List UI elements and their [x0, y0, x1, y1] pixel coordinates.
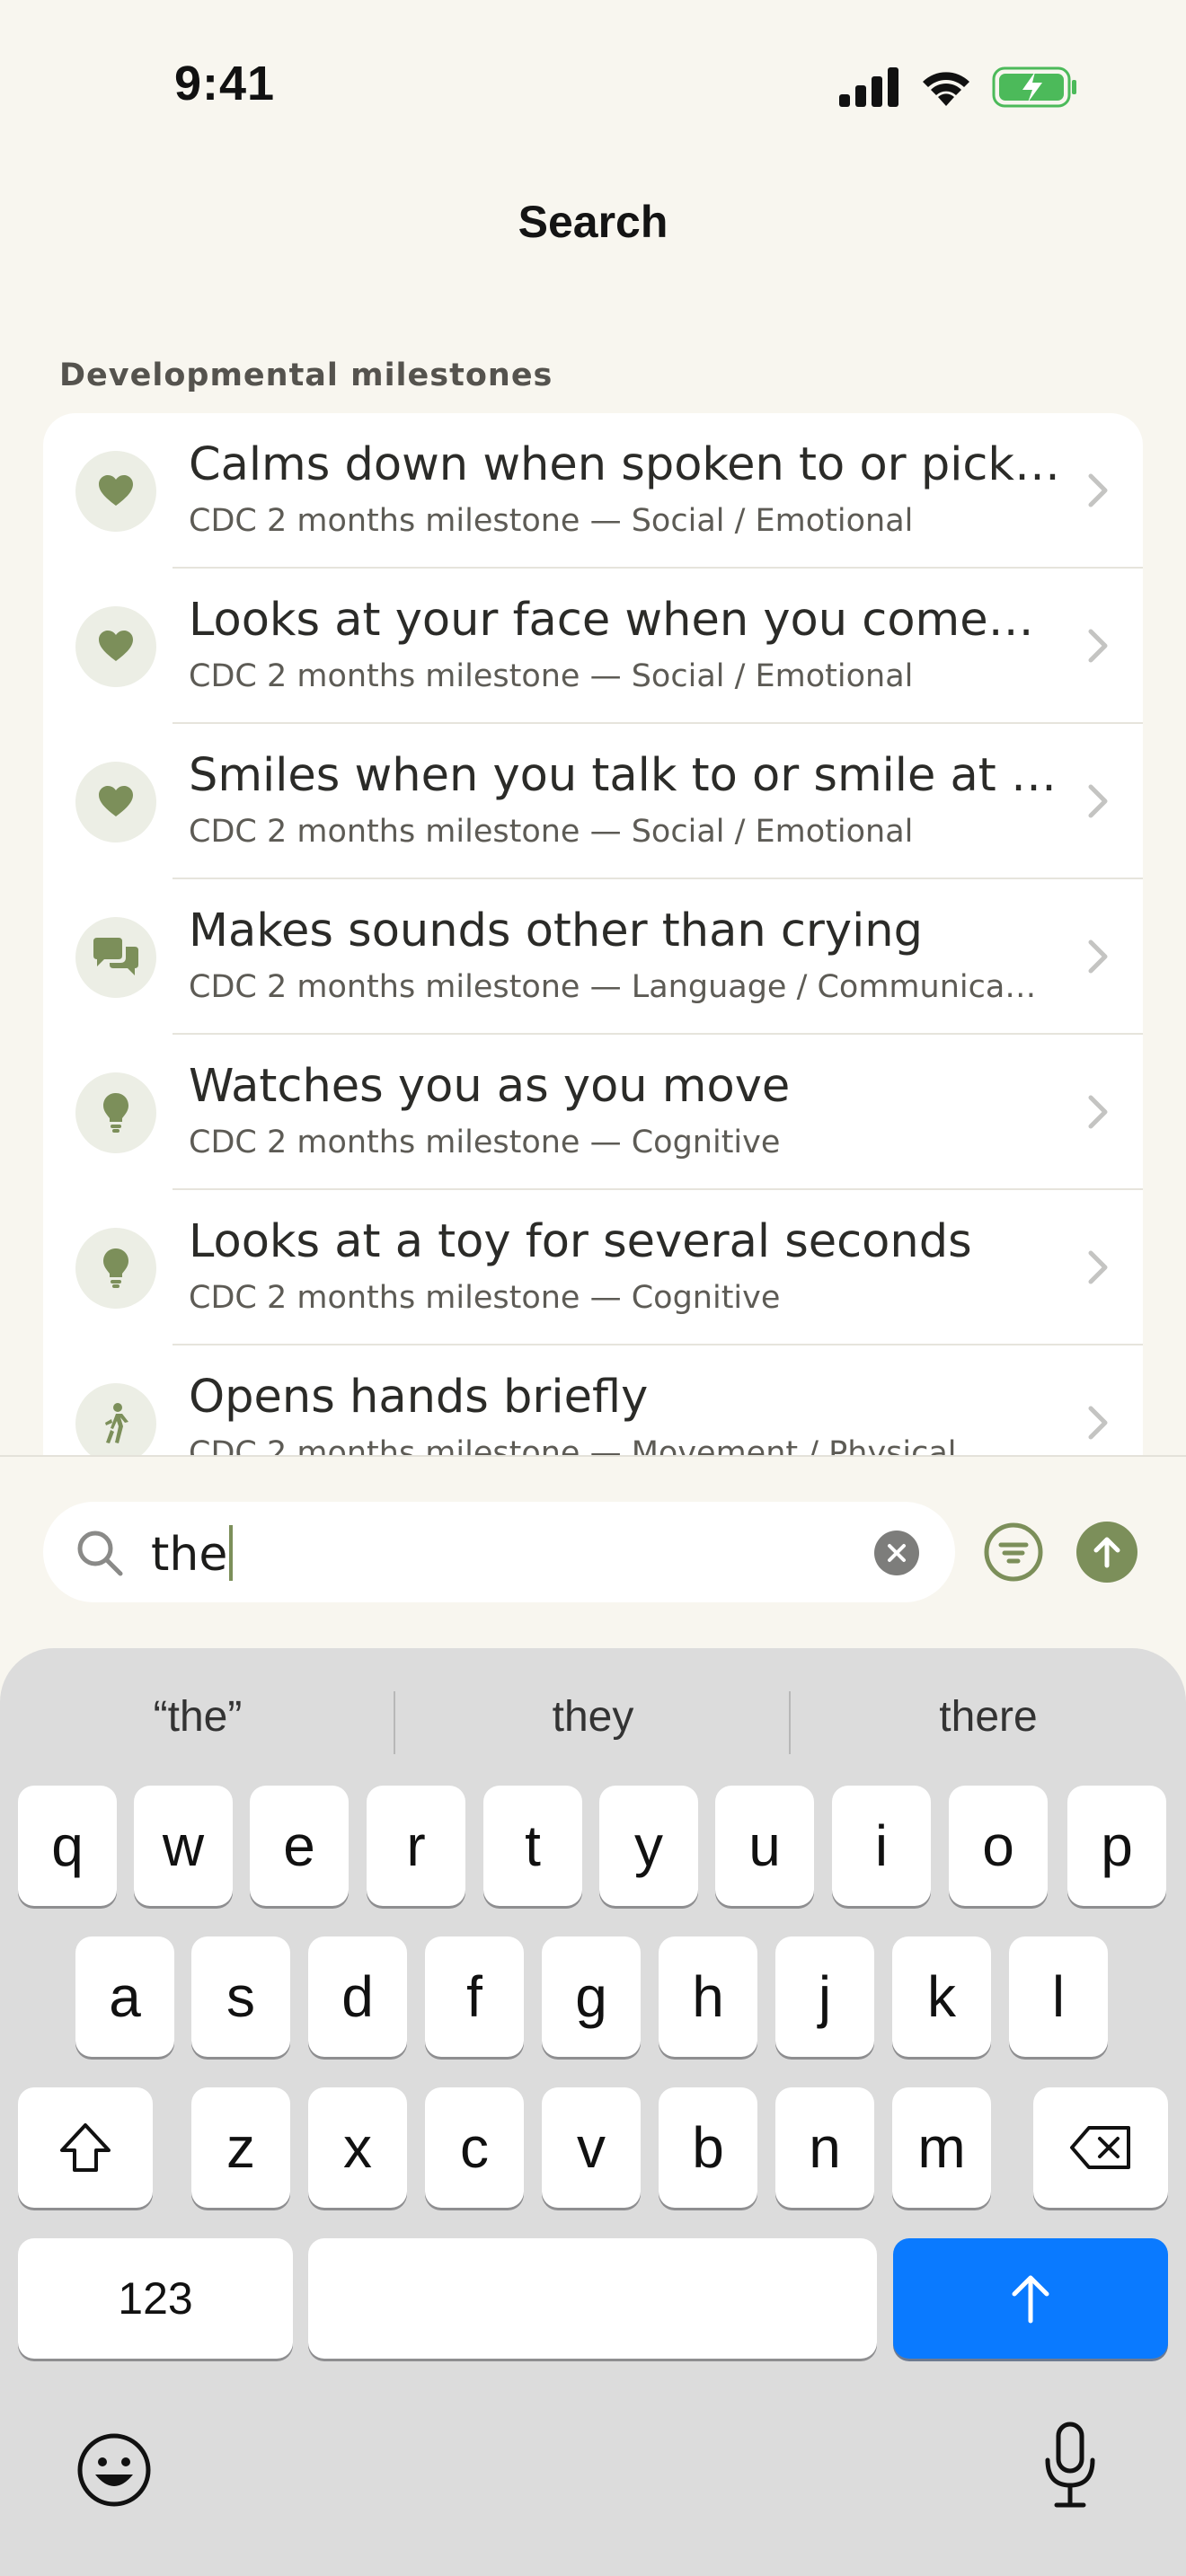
list-item-title: Smiles when you talk to or smile at t… — [189, 749, 1069, 802]
list-item[interactable]: Calms down when spoken to or pick… CDC 2… — [43, 413, 1143, 569]
key-s[interactable]: s — [191, 1936, 290, 2057]
chevron-right-icon — [1088, 1406, 1108, 1440]
key-x[interactable]: x — [308, 2087, 407, 2208]
list-item-title: Calms down when spoken to or pick… — [189, 438, 1060, 491]
submit-search-button[interactable] — [1076, 1522, 1137, 1583]
list-item[interactable]: Watches you as you move CDC 2 months mil… — [43, 1035, 1143, 1190]
key-f[interactable]: f — [425, 1936, 524, 2057]
status-bar: 9:41 — [0, 0, 1186, 171]
battery-charging-icon — [992, 66, 1076, 108]
list-item-title: Looks at your face when you come… — [189, 594, 1034, 647]
key-l[interactable]: l — [1009, 1936, 1108, 2057]
arrow-up-icon — [1093, 1537, 1120, 1568]
space-key[interactable] — [308, 2238, 877, 2359]
key-j[interactable]: j — [775, 1936, 874, 2057]
close-icon — [888, 1544, 906, 1562]
text-caret — [229, 1525, 234, 1581]
search-input[interactable]: the — [151, 1525, 234, 1582]
status-icons — [839, 65, 1078, 110]
clear-search-button[interactable] — [874, 1531, 919, 1575]
key-h[interactable]: h — [659, 1936, 757, 2057]
list-item[interactable]: Smiles when you talk to or smile at t… C… — [43, 724, 1143, 879]
lightbulb-icon — [75, 1072, 156, 1153]
suggestion-bar: “the” they there — [0, 1673, 1186, 1760]
list-item-title: Watches you as you move — [189, 1060, 791, 1113]
emoji-button[interactable] — [74, 2430, 155, 2510]
list-item-title: Makes sounds other than crying — [189, 904, 923, 957]
key-u[interactable]: u — [715, 1786, 814, 1906]
key-e[interactable]: e — [250, 1786, 349, 1906]
key-t[interactable]: t — [483, 1786, 582, 1906]
section-header: Developmental milestones — [59, 357, 553, 393]
list-item-subtitle: CDC 2 months milestone — Social / Emotio… — [189, 503, 914, 539]
key-m[interactable]: m — [892, 2087, 991, 2208]
search-input-value: the — [151, 1528, 228, 1582]
key-q[interactable]: q — [18, 1786, 117, 1906]
suggestion-item[interactable]: there — [791, 1673, 1186, 1760]
chevron-right-icon — [1088, 784, 1108, 818]
chat-bubbles-icon — [75, 917, 156, 998]
chevron-right-icon — [1088, 473, 1108, 507]
delete-key[interactable] — [1033, 2087, 1168, 2208]
search-bar-area: the — [0, 1455, 1186, 1648]
lightbulb-icon — [75, 1228, 156, 1309]
list-item[interactable]: Opens hands briefly CDC 2 months milesto… — [43, 1345, 1143, 1455]
walking-person-icon — [75, 1383, 156, 1455]
search-icon — [77, 1531, 123, 1576]
key-g[interactable]: g — [542, 1936, 641, 2057]
list-item[interactable]: Makes sounds other than crying CDC 2 mon… — [43, 879, 1143, 1035]
list-item-subtitle: CDC 2 months milestone — Social / Emotio… — [189, 814, 914, 850]
key-z[interactable]: z — [191, 2087, 290, 2208]
return-key[interactable] — [893, 2238, 1168, 2359]
list-item[interactable]: Looks at your face when you come… CDC 2 … — [43, 569, 1143, 724]
page-title: Search — [518, 197, 668, 247]
list-item-title: Looks at a toy for several seconds — [189, 1215, 972, 1268]
list-item-subtitle: CDC 2 months milestone — Social / Emotio… — [189, 658, 914, 694]
key-d[interactable]: d — [308, 1936, 407, 2057]
list-item-subtitle: CDC 2 months milestone — Language / Comm… — [189, 969, 1037, 1005]
microphone-button[interactable] — [1040, 2421, 1100, 2510]
list-item-title: Opens hands briefly — [189, 1371, 649, 1424]
key-v[interactable]: v — [542, 2087, 641, 2208]
filter-button[interactable] — [983, 1522, 1044, 1583]
results-list: Calms down when spoken to or pick… CDC 2… — [43, 413, 1143, 1455]
key-p[interactable]: p — [1067, 1786, 1166, 1906]
heart-icon — [75, 451, 156, 532]
wifi-icon — [923, 72, 969, 106]
cellular-signal-icon — [839, 67, 898, 107]
chevron-right-icon — [1088, 629, 1108, 663]
list-item[interactable]: Looks at a toy for several seconds CDC 2… — [43, 1190, 1143, 1345]
list-item-subtitle: CDC 2 months milestone — Movement / Phys… — [189, 1435, 957, 1455]
delete-backspace-icon — [1070, 2126, 1130, 2169]
shift-icon — [60, 2123, 111, 2172]
heart-icon — [75, 762, 156, 842]
shift-key[interactable] — [18, 2087, 153, 2208]
suggestion-item[interactable]: they — [395, 1673, 791, 1760]
numbers-key[interactable]: 123 — [18, 2238, 293, 2359]
key-k[interactable]: k — [892, 1936, 991, 2057]
arrow-up-icon — [1012, 2275, 1049, 2324]
keyboard: “the” they there q w e r t y u i o p a s… — [0, 1648, 1186, 2576]
suggestion-item[interactable]: “the” — [0, 1673, 395, 1760]
chevron-right-icon — [1088, 940, 1108, 974]
key-n[interactable]: n — [775, 2087, 874, 2208]
list-item-subtitle: CDC 2 months milestone — Cognitive — [189, 1125, 781, 1160]
chevron-right-icon — [1088, 1250, 1108, 1284]
key-a[interactable]: a — [75, 1936, 174, 2057]
key-w[interactable]: w — [134, 1786, 233, 1906]
key-c[interactable]: c — [425, 2087, 524, 2208]
key-i[interactable]: i — [832, 1786, 931, 1906]
key-o[interactable]: o — [949, 1786, 1048, 1906]
key-r[interactable]: r — [367, 1786, 465, 1906]
status-time: 9:41 — [174, 57, 276, 110]
key-b[interactable]: b — [659, 2087, 757, 2208]
key-y[interactable]: y — [599, 1786, 698, 1906]
heart-icon — [75, 606, 156, 687]
chevron-right-icon — [1088, 1095, 1108, 1129]
search-field[interactable]: the — [43, 1502, 955, 1602]
list-item-subtitle: CDC 2 months milestone — Cognitive — [189, 1280, 781, 1316]
